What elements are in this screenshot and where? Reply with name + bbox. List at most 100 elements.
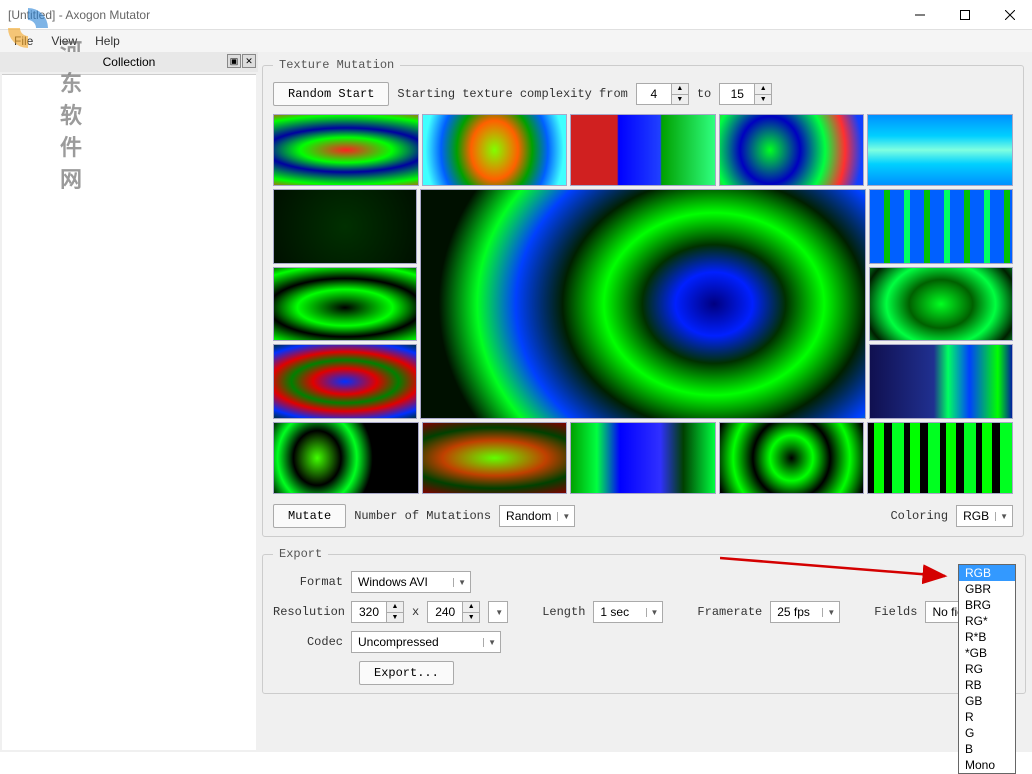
coloring-option[interactable]: RG	[959, 661, 1015, 677]
dock-button[interactable]: ▣	[227, 54, 241, 68]
chevron-down-icon: ▼	[646, 608, 659, 617]
panel-close-button[interactable]: ✕	[242, 54, 256, 68]
coloring-option[interactable]: GBR	[959, 581, 1015, 597]
texture-thumb[interactable]	[869, 344, 1013, 419]
grid-row-mid	[273, 189, 1013, 419]
texture-thumb[interactable]	[273, 344, 417, 419]
complexity-to-input[interactable]	[720, 84, 754, 104]
length-select[interactable]: 1 sec ▼	[593, 601, 663, 623]
chevron-down-icon: ▼	[495, 608, 503, 617]
coloring-option[interactable]: R	[959, 709, 1015, 725]
main-panel: Texture Mutation Random Start Starting t…	[258, 52, 1032, 752]
format-label: Format	[273, 575, 343, 589]
maximize-button[interactable]	[942, 0, 987, 29]
resolution-label: Resolution	[273, 605, 343, 619]
menu-view[interactable]: View	[43, 32, 85, 50]
random-start-button[interactable]: Random Start	[273, 82, 389, 106]
chevron-down-icon: ▼	[483, 638, 496, 647]
coloring-value: RGB	[963, 509, 989, 523]
texture-thumb[interactable]	[570, 422, 716, 494]
mutate-button[interactable]: Mutate	[273, 504, 346, 528]
codec-select[interactable]: Uncompressed ▼	[351, 631, 501, 653]
grid-row-top	[273, 114, 1013, 186]
codec-value: Uncompressed	[358, 635, 439, 649]
window-buttons	[897, 0, 1032, 29]
grid-right	[869, 189, 1013, 419]
res-h-input[interactable]	[428, 602, 462, 622]
spin-down[interactable]: ▼	[387, 613, 403, 623]
texture-thumb[interactable]	[719, 114, 865, 186]
texture-legend: Texture Mutation	[273, 58, 400, 72]
texture-thumb[interactable]	[273, 267, 417, 342]
res-x-label: x	[412, 605, 419, 619]
coloring-dropdown[interactable]: RGBGBRBRGRG*R*B*GBRGRBGBRGBMono	[958, 564, 1016, 774]
texture-thumb[interactable]	[867, 114, 1013, 186]
texture-thumb[interactable]	[869, 267, 1013, 342]
close-button[interactable]	[987, 0, 1032, 29]
res-preset-select[interactable]: ▼	[488, 601, 508, 623]
minimize-button[interactable]	[897, 0, 942, 29]
spin-up[interactable]: ▲	[672, 84, 688, 95]
fields-label: Fields	[874, 605, 917, 619]
res-h-spinner[interactable]: ▲▼	[427, 601, 480, 623]
complexity-to-spinner[interactable]: ▲▼	[719, 83, 772, 105]
chevron-down-icon: ▼	[822, 608, 835, 617]
framerate-label: Framerate	[697, 605, 762, 619]
grid-left	[273, 189, 417, 419]
res-w-input[interactable]	[352, 602, 386, 622]
texture-thumb[interactable]	[273, 422, 419, 494]
texture-thumb[interactable]	[719, 422, 865, 494]
coloring-option[interactable]: GB	[959, 693, 1015, 709]
coloring-option[interactable]: Mono	[959, 757, 1015, 773]
framerate-select[interactable]: 25 fps ▼	[770, 601, 840, 623]
coloring-option[interactable]: RB	[959, 677, 1015, 693]
export-legend: Export	[273, 547, 328, 561]
window-title: [Untitled] - Axogon Mutator	[8, 8, 150, 22]
coloring-option[interactable]: G	[959, 725, 1015, 741]
complexity-to-label: to	[697, 87, 711, 101]
texture-thumb[interactable]	[570, 114, 716, 186]
framerate-value: 25 fps	[777, 605, 810, 619]
res-w-spinner[interactable]: ▲▼	[351, 601, 404, 623]
texture-thumb[interactable]	[273, 114, 419, 186]
texture-thumb[interactable]	[869, 189, 1013, 264]
spin-up[interactable]: ▲	[463, 602, 479, 613]
complexity-from-label: Starting texture complexity from	[397, 87, 627, 101]
num-mutations-value: Random	[506, 509, 551, 523]
chevron-down-icon: ▼	[557, 512, 570, 521]
coloring-select[interactable]: RGB▼	[956, 505, 1013, 527]
texture-thumb[interactable]	[273, 189, 417, 264]
menu-file[interactable]: File	[6, 32, 41, 50]
collection-title: Collection	[103, 55, 156, 69]
menubar: File View Help	[0, 30, 1032, 52]
texture-grid	[273, 114, 1013, 494]
spin-down[interactable]: ▼	[672, 95, 688, 105]
export-group: Export Format Windows AVI▼ Resolution ▲▼…	[262, 547, 1026, 694]
format-select[interactable]: Windows AVI▼	[351, 571, 471, 593]
titlebar: [Untitled] - Axogon Mutator	[0, 0, 1032, 30]
texture-thumb[interactable]	[422, 422, 568, 494]
collection-header: Collection ▣ ✕	[0, 52, 258, 72]
complexity-from-input[interactable]	[637, 84, 671, 104]
coloring-option[interactable]: B	[959, 741, 1015, 757]
collection-body[interactable]	[2, 74, 256, 750]
num-mutations-select[interactable]: Random ▼	[499, 505, 575, 527]
texture-thumb[interactable]	[867, 422, 1013, 494]
texture-thumb[interactable]	[422, 114, 568, 186]
spin-down[interactable]: ▼	[755, 95, 771, 105]
menu-help[interactable]: Help	[87, 32, 128, 50]
export-button[interactable]: Export...	[359, 661, 454, 685]
chevron-down-icon: ▼	[453, 578, 466, 587]
spin-up[interactable]: ▲	[755, 84, 771, 95]
texture-center[interactable]	[420, 189, 866, 419]
length-value: 1 sec	[600, 605, 629, 619]
coloring-option[interactable]: R*B	[959, 629, 1015, 645]
coloring-label: Coloring	[890, 509, 948, 523]
coloring-option[interactable]: RGB	[959, 565, 1015, 581]
spin-down[interactable]: ▼	[463, 613, 479, 623]
coloring-option[interactable]: BRG	[959, 597, 1015, 613]
spin-up[interactable]: ▲	[387, 602, 403, 613]
complexity-from-spinner[interactable]: ▲▼	[636, 83, 689, 105]
coloring-option[interactable]: RG*	[959, 613, 1015, 629]
coloring-option[interactable]: *GB	[959, 645, 1015, 661]
